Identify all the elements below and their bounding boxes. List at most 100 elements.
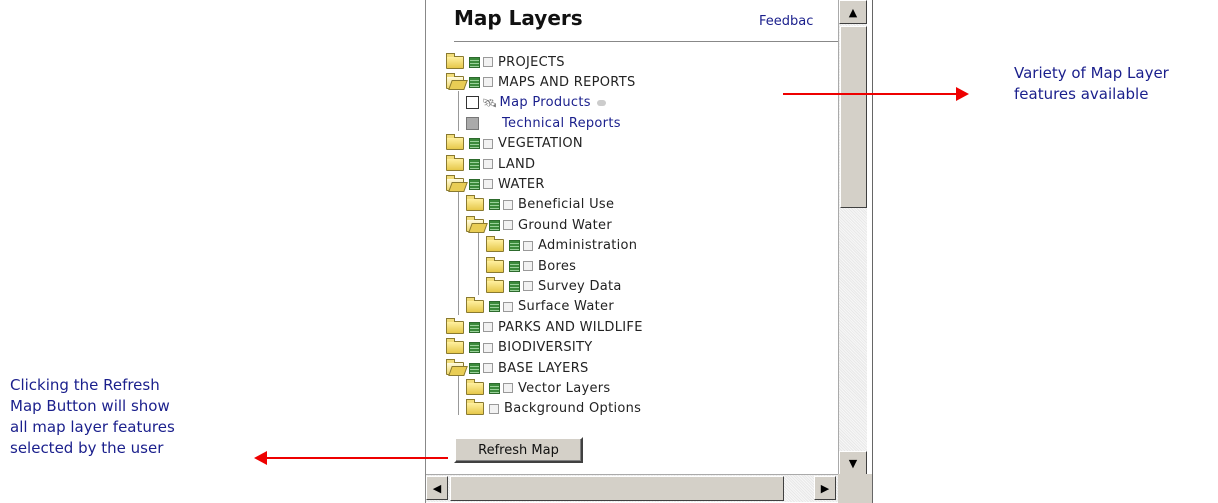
annotation-line: Map Button will show bbox=[10, 397, 170, 415]
tree-item-label: Bores bbox=[538, 258, 577, 274]
arrow-right-icon: ▶ bbox=[820, 481, 830, 495]
layer-toggle-icon[interactable] bbox=[483, 363, 493, 373]
tree-item-label: Surface Water bbox=[518, 299, 614, 315]
layer-visible-icon[interactable] bbox=[469, 56, 480, 68]
layer-toggle-icon[interactable] bbox=[489, 403, 499, 414]
folder-open-icon[interactable] bbox=[466, 215, 484, 232]
folder-open-icon[interactable] bbox=[446, 358, 464, 375]
layer-visible-icon[interactable] bbox=[469, 178, 480, 190]
folder-icon[interactable] bbox=[446, 134, 464, 151]
folder-icon[interactable] bbox=[486, 276, 504, 293]
tree-item-label: LAND bbox=[498, 156, 536, 172]
tree-item[interactable]: Technical Reports bbox=[466, 113, 621, 133]
layer-visible-icon[interactable] bbox=[469, 138, 480, 150]
scroll-down-button[interactable]: ▼ bbox=[839, 451, 867, 475]
title-divider bbox=[454, 41, 838, 42]
layer-visible-icon[interactable] bbox=[469, 158, 480, 170]
panel-title: Map Layers bbox=[454, 6, 583, 30]
folder-icon[interactable] bbox=[446, 52, 464, 69]
tree-item[interactable]: MAPS AND REPORTS bbox=[446, 72, 636, 92]
tree-item[interactable]: BIODIVERSITY bbox=[446, 338, 593, 358]
tree-item[interactable]: PARKS AND WILDLIFE bbox=[446, 317, 643, 337]
tree-item-label: BIODIVERSITY bbox=[498, 340, 593, 356]
layer-visible-icon[interactable] bbox=[489, 382, 500, 394]
info-icon[interactable] bbox=[596, 99, 606, 106]
panel-content: Map Layers Feedbac PROJECTS MAPS AND REPO… bbox=[426, 0, 838, 474]
folder-icon[interactable] bbox=[466, 195, 484, 212]
vertical-scroll-thumb[interactable] bbox=[840, 26, 867, 208]
layer-visible-icon[interactable] bbox=[469, 321, 480, 333]
layer-visible-icon[interactable] bbox=[489, 301, 500, 313]
layer-toggle-icon[interactable] bbox=[483, 179, 493, 190]
horizontal-scrollbar[interactable]: ◀ ▶ bbox=[426, 474, 838, 502]
annotation-line: Clicking the Refresh bbox=[10, 376, 160, 394]
tree-connector bbox=[478, 233, 479, 295]
tree-item-label: VEGETATION bbox=[498, 136, 583, 152]
tree-item-label[interactable]: Technical Reports bbox=[502, 116, 621, 131]
annotation-layer-features: Variety of Map Layer features available bbox=[1014, 63, 1169, 105]
tree-item-label[interactable]: Map Products bbox=[500, 95, 591, 110]
layer-visible-icon[interactable] bbox=[469, 76, 480, 88]
annotation-line: features available bbox=[1014, 85, 1149, 103]
tree-item-label: Beneficial Use bbox=[518, 197, 615, 213]
tree-item[interactable]: LAND bbox=[446, 154, 535, 174]
layer-toggle-icon[interactable] bbox=[483, 57, 493, 67]
layer-toggle-icon[interactable] bbox=[503, 199, 513, 210]
layer-visible-icon[interactable] bbox=[489, 199, 500, 211]
folder-open-icon[interactable] bbox=[446, 174, 464, 191]
folder-icon[interactable] bbox=[446, 338, 464, 355]
layer-toggle-icon[interactable] bbox=[483, 77, 493, 88]
tree-item[interactable]: Vector Layers bbox=[466, 378, 610, 398]
scroll-left-button[interactable]: ◀ bbox=[426, 476, 448, 500]
tree-item[interactable]: Beneficial Use bbox=[466, 195, 614, 215]
layer-toggle-icon[interactable] bbox=[523, 240, 533, 251]
layer-toggle-icon[interactable] bbox=[503, 220, 513, 231]
layer-checkbox[interactable] bbox=[466, 116, 479, 130]
folder-icon[interactable] bbox=[446, 154, 464, 171]
tree-item[interactable]: WATER bbox=[446, 174, 545, 194]
layer-toggle-icon[interactable] bbox=[483, 159, 493, 169]
tree-item-label: BASE LAYERS bbox=[498, 360, 589, 376]
tree-connector bbox=[458, 91, 459, 131]
scroll-right-button[interactable]: ▶ bbox=[814, 476, 836, 500]
tree-item[interactable]: Surface Water bbox=[466, 297, 614, 317]
annotation-line: selected by the user bbox=[10, 439, 164, 457]
feedback-link[interactable]: Feedbac bbox=[759, 14, 813, 29]
layer-toggle-icon[interactable] bbox=[483, 342, 493, 353]
layer-visible-icon[interactable] bbox=[489, 219, 500, 231]
tree-item[interactable]: Bores bbox=[486, 256, 576, 276]
layer-visible-icon[interactable] bbox=[469, 342, 480, 354]
layer-visible-icon[interactable] bbox=[509, 240, 520, 252]
layer-visible-icon[interactable] bbox=[509, 260, 520, 272]
tree-item[interactable]: Background Options bbox=[466, 399, 641, 419]
layer-toggle-icon[interactable] bbox=[523, 281, 533, 292]
layer-toggle-icon[interactable] bbox=[483, 322, 493, 333]
layer-toggle-icon[interactable] bbox=[523, 261, 533, 271]
tree-item[interactable]: BASE LAYERS bbox=[446, 358, 589, 378]
layer-toggle-icon[interactable] bbox=[483, 138, 493, 149]
folder-open-icon[interactable] bbox=[446, 72, 464, 89]
layer-checkbox[interactable] bbox=[466, 96, 479, 110]
tree-item-label: Vector Layers bbox=[518, 380, 611, 396]
folder-icon[interactable] bbox=[446, 317, 464, 334]
layer-toggle-icon[interactable] bbox=[503, 383, 513, 394]
tree-item[interactable]: Administration bbox=[486, 236, 637, 256]
layer-visible-icon[interactable] bbox=[469, 362, 480, 374]
layer-toggle-icon[interactable] bbox=[503, 301, 513, 312]
tree-item[interactable]: Survey Data bbox=[486, 276, 622, 296]
vertical-scrollbar[interactable]: ▲ ▼ bbox=[838, 0, 867, 475]
scroll-up-button[interactable]: ▲ bbox=[839, 0, 867, 24]
folder-icon[interactable] bbox=[486, 236, 504, 253]
horizontal-scroll-thumb[interactable] bbox=[450, 476, 784, 501]
tree-item-label: Background Options bbox=[504, 401, 642, 417]
tree-item[interactable]: 🛰 Map Products bbox=[466, 93, 606, 113]
folder-icon[interactable] bbox=[466, 378, 484, 395]
folder-icon[interactable] bbox=[466, 297, 484, 314]
layer-visible-icon[interactable] bbox=[509, 280, 520, 292]
tree-item[interactable]: VEGETATION bbox=[446, 134, 583, 154]
tree-item[interactable]: Ground Water bbox=[466, 215, 612, 235]
folder-icon[interactable] bbox=[486, 256, 504, 273]
refresh-map-button[interactable]: Refresh Map bbox=[454, 437, 583, 463]
folder-icon[interactable] bbox=[466, 399, 484, 416]
tree-item[interactable]: PROJECTS bbox=[446, 52, 565, 72]
